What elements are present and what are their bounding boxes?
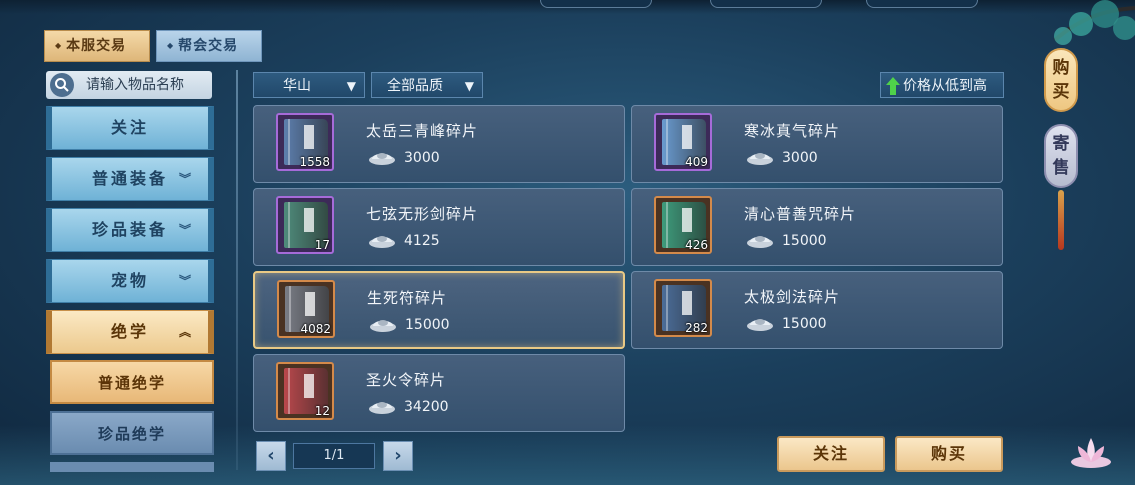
item-quantity: 4082 <box>300 322 331 336</box>
item-price: 3000 <box>404 150 440 166</box>
subcategory-label: 珍品绝学 <box>97 425 166 443</box>
silver-ingot-icon <box>369 236 395 248</box>
item-price: 4125 <box>404 233 440 249</box>
sect-filter-dropdown[interactable]: 华山 ▼ <box>253 72 365 98</box>
item-icon: 426 <box>654 196 712 254</box>
item-icon: 17 <box>276 196 334 254</box>
item-card[interactable]: 4082 生死符碎片 15000 <box>253 271 625 349</box>
category-label: 关注 <box>110 118 149 137</box>
category-follow[interactable]: 关注 <box>46 106 214 150</box>
category-normal-equipment[interactable]: 普通装备 ︾ <box>46 157 214 201</box>
item-quantity: 282 <box>685 321 708 335</box>
category-pet[interactable]: 宠物 ︾ <box>46 259 214 303</box>
lotus-icon <box>1071 438 1111 468</box>
item-name: 圣火令碎片 <box>366 371 447 389</box>
side-tab-consign[interactable]: 寄售 <box>1044 124 1078 188</box>
item-card[interactable]: 409 寒冰真气碎片 3000 <box>631 105 1003 183</box>
side-tab-label: 购买 <box>1052 58 1070 102</box>
category-rare-equipment[interactable]: 珍品装备 ︾ <box>46 208 214 252</box>
page-indicator: 1/1 <box>293 443 375 469</box>
category-label: 绝学 <box>110 322 149 341</box>
item-price: 15000 <box>782 316 827 332</box>
chevron-down-icon: ︾ <box>178 274 194 288</box>
category-label: 珍品装备 <box>91 220 168 239</box>
sort-button[interactable]: 价格从低到高 <box>880 72 1004 98</box>
arrow-up-icon <box>886 77 900 95</box>
currency-bar-1 <box>540 0 652 8</box>
chevron-right-icon: › <box>394 445 402 466</box>
tassel-decoration <box>1058 190 1064 250</box>
panel-divider <box>236 70 238 470</box>
item-icon: 12 <box>276 362 334 420</box>
silver-ingot-icon <box>369 153 395 165</box>
item-price: 34200 <box>404 399 449 415</box>
item-name: 清心普善咒碎片 <box>744 205 857 223</box>
next-page-button[interactable]: › <box>383 441 413 471</box>
item-quantity: 426 <box>685 238 708 252</box>
item-card[interactable]: 17 七弦无形剑碎片 4125 <box>253 188 625 266</box>
chevron-left-icon: ‹ <box>267 445 275 466</box>
item-price: 15000 <box>405 317 450 333</box>
tab-server-trade[interactable]: 本服交易 <box>44 30 150 62</box>
silver-ingot-icon <box>747 319 773 331</box>
subcategory-normal-arts[interactable]: 普通绝学 <box>50 360 214 404</box>
item-price: 3000 <box>782 150 818 166</box>
silver-ingot-icon <box>747 153 773 165</box>
item-card[interactable]: 12 圣火令碎片 34200 <box>253 354 625 432</box>
item-quantity: 12 <box>314 404 330 418</box>
item-name: 生死符碎片 <box>367 289 448 307</box>
subcategory-rare-arts[interactable]: 珍品绝学 <box>50 411 214 455</box>
category-label: 普通装备 <box>91 169 168 188</box>
buy-button[interactable]: 购买 <box>895 436 1003 472</box>
item-quantity: 409 <box>685 155 708 169</box>
search-placeholder: 请输入物品名称 <box>86 77 184 93</box>
silver-ingot-icon <box>369 402 395 414</box>
item-icon: 282 <box>654 279 712 337</box>
silver-ingot-icon <box>370 320 396 332</box>
chevron-down-icon: ︾ <box>178 223 194 237</box>
side-tab-label: 寄售 <box>1052 134 1070 178</box>
currency-bar-2 <box>710 0 822 8</box>
item-card[interactable]: 282 太极剑法碎片 15000 <box>631 271 1003 349</box>
tab-guild-trade[interactable]: 帮会交易 <box>156 30 262 62</box>
subcategory-label: 普通绝学 <box>97 374 166 392</box>
chevron-up-icon: ︽ <box>178 325 194 339</box>
item-name: 寒冰真气碎片 <box>744 122 841 140</box>
category-label: 宠物 <box>110 271 149 290</box>
item-card[interactable]: 1558 太岳三青峰碎片 3000 <box>253 105 625 183</box>
side-tab-buy[interactable]: 购买 <box>1044 48 1078 112</box>
item-name: 太极剑法碎片 <box>744 288 841 306</box>
sect-filter-value: 华山 <box>283 78 311 94</box>
item-icon: 409 <box>654 113 712 171</box>
search-icon[interactable] <box>50 73 74 97</box>
quality-filter-dropdown[interactable]: 全部品质 ▼ <box>371 72 483 98</box>
item-icon: 4082 <box>277 280 335 338</box>
subcategory-partial <box>50 462 214 472</box>
item-card[interactable]: 426 清心普善咒碎片 15000 <box>631 188 1003 266</box>
item-name: 七弦无形剑碎片 <box>366 205 479 223</box>
item-quantity: 17 <box>314 238 330 252</box>
quality-filter-value: 全部品质 <box>387 78 443 94</box>
item-name: 太岳三青峰碎片 <box>366 122 479 140</box>
chevron-down-icon: ▼ <box>464 79 474 93</box>
item-price: 15000 <box>782 233 827 249</box>
search-input[interactable]: 请输入物品名称 <box>46 71 212 99</box>
chevron-down-icon: ︾ <box>178 172 194 186</box>
item-icon: 1558 <box>276 113 334 171</box>
category-martial-arts[interactable]: 绝学 ︽ <box>46 310 214 354</box>
follow-button[interactable]: 关注 <box>777 436 885 472</box>
chevron-down-icon: ▼ <box>346 79 356 93</box>
item-quantity: 1558 <box>299 155 330 169</box>
currency-bar-3 <box>866 0 978 8</box>
prev-page-button[interactable]: ‹ <box>256 441 286 471</box>
silver-ingot-icon <box>747 236 773 248</box>
sort-label: 价格从低到高 <box>903 78 987 94</box>
